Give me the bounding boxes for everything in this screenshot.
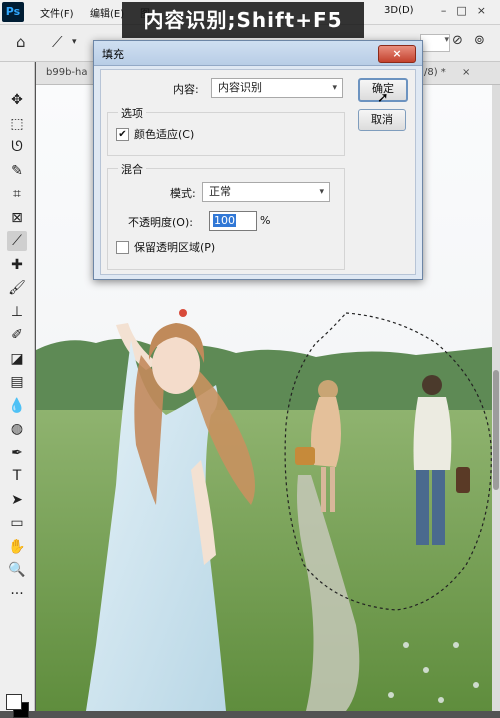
- opacity-unit: %: [260, 214, 271, 227]
- marquee-icon[interactable]: ⬚: [7, 114, 27, 134]
- mode-value: 正常: [209, 185, 231, 198]
- preserve-transparency-checkbox[interactable]: [116, 241, 129, 254]
- mode-label: 模式:: [170, 187, 196, 200]
- tool-preset-icon[interactable]: ⟋: [52, 33, 63, 51]
- chevron-down-icon: ▾: [332, 83, 337, 93]
- menu-file[interactable]: 文件(F): [40, 5, 74, 20]
- pressure-icon[interactable]: ⊚: [474, 33, 485, 48]
- photoshop-logo: Ps: [2, 2, 24, 22]
- document-tab[interactable]: b99b-ha: [46, 67, 88, 78]
- contents-label: 内容:: [173, 83, 199, 96]
- tutorial-caption: 内容识别;Shift+F5: [122, 2, 364, 38]
- gradient-icon[interactable]: ▤: [7, 372, 27, 392]
- tools-panel: ✥ ⬚ ᘎ ✎ ⌗ ⊠ ⟋ ✚ 🖌 ⊥ ✐ ◪ ▤ 💧 ◍ ✒ T ➤ ▭ ✋ 🔍 ···: [0, 62, 35, 718]
- quick-select-icon[interactable]: ✎: [7, 161, 27, 181]
- cancel-button[interactable]: 取消: [358, 109, 406, 131]
- fill-dialog: 填充 × 内容: 内容识别 ▾ 选项 ✔ 颜色适应(C) 混合 模式: 正常 ▾…: [93, 40, 423, 280]
- healing-icon[interactable]: ✚: [7, 255, 27, 275]
- preserve-transparency-label: 保留透明区域(P): [134, 241, 216, 254]
- options-group: 选项 ✔ 颜色适应(C): [107, 105, 345, 156]
- brush-icon[interactable]: 🖌: [7, 278, 27, 298]
- opacity-value: 100: [213, 214, 236, 227]
- color-adapt-label: 颜色适应(C): [134, 128, 195, 141]
- mask-icon[interactable]: ⊘: [452, 33, 463, 48]
- document-tab-active[interactable]: /8) *: [424, 67, 446, 78]
- mode-select[interactable]: 正常 ▾: [202, 182, 330, 202]
- foreground-color-swatch[interactable]: [6, 694, 22, 710]
- lasso-icon[interactable]: ᘎ: [7, 137, 27, 157]
- dodge-icon[interactable]: ◍: [7, 419, 27, 439]
- contents-select[interactable]: 内容识别 ▾: [211, 78, 343, 98]
- opacity-input[interactable]: 100: [209, 211, 257, 231]
- eyedropper-icon[interactable]: ⟋: [7, 231, 27, 251]
- window-controls[interactable]: –□×: [441, 4, 496, 17]
- history-brush-icon[interactable]: ✐: [7, 325, 27, 345]
- move-icon[interactable]: ✥: [7, 90, 27, 110]
- pen-icon[interactable]: ✒: [7, 443, 27, 463]
- blend-group-title: 混合: [118, 161, 146, 177]
- blur-icon[interactable]: 💧: [7, 396, 27, 416]
- zoom-icon[interactable]: 🔍: [7, 560, 27, 580]
- menu-edit[interactable]: 编辑(E): [90, 5, 124, 20]
- path-select-icon[interactable]: ➤: [7, 490, 27, 510]
- opacity-label: 不透明度(O):: [128, 216, 193, 229]
- scrollbar-thumb[interactable]: [493, 370, 499, 490]
- options-group-title: 选项: [118, 105, 146, 121]
- hand-icon[interactable]: ✋: [7, 537, 27, 557]
- color-adapt-checkbox[interactable]: ✔: [116, 128, 129, 141]
- contents-value: 内容识别: [218, 81, 262, 94]
- type-icon[interactable]: T: [7, 466, 27, 486]
- home-icon[interactable]: ⌂: [16, 33, 26, 51]
- stamp-icon[interactable]: ⊥: [7, 302, 27, 322]
- sample-select[interactable]: ▾: [420, 34, 450, 52]
- chevron-down-icon: ▾: [319, 187, 324, 197]
- more-icon[interactable]: ···: [7, 584, 27, 604]
- rectangle-icon[interactable]: ▭: [7, 513, 27, 533]
- crop-icon[interactable]: ⌗: [7, 184, 27, 204]
- chevron-down-icon[interactable]: ▾: [72, 37, 77, 47]
- tab-close-icon[interactable]: ×: [462, 67, 470, 78]
- close-button[interactable]: ×: [378, 45, 416, 63]
- eraser-icon[interactable]: ◪: [7, 349, 27, 369]
- mouse-cursor-icon: ➚: [377, 90, 389, 106]
- menu-3d[interactable]: 3D(D): [384, 5, 414, 16]
- dialog-title: 填充: [102, 48, 124, 61]
- frame-icon[interactable]: ⊠: [7, 208, 27, 228]
- dialog-titlebar[interactable]: 填充 ×: [94, 41, 422, 66]
